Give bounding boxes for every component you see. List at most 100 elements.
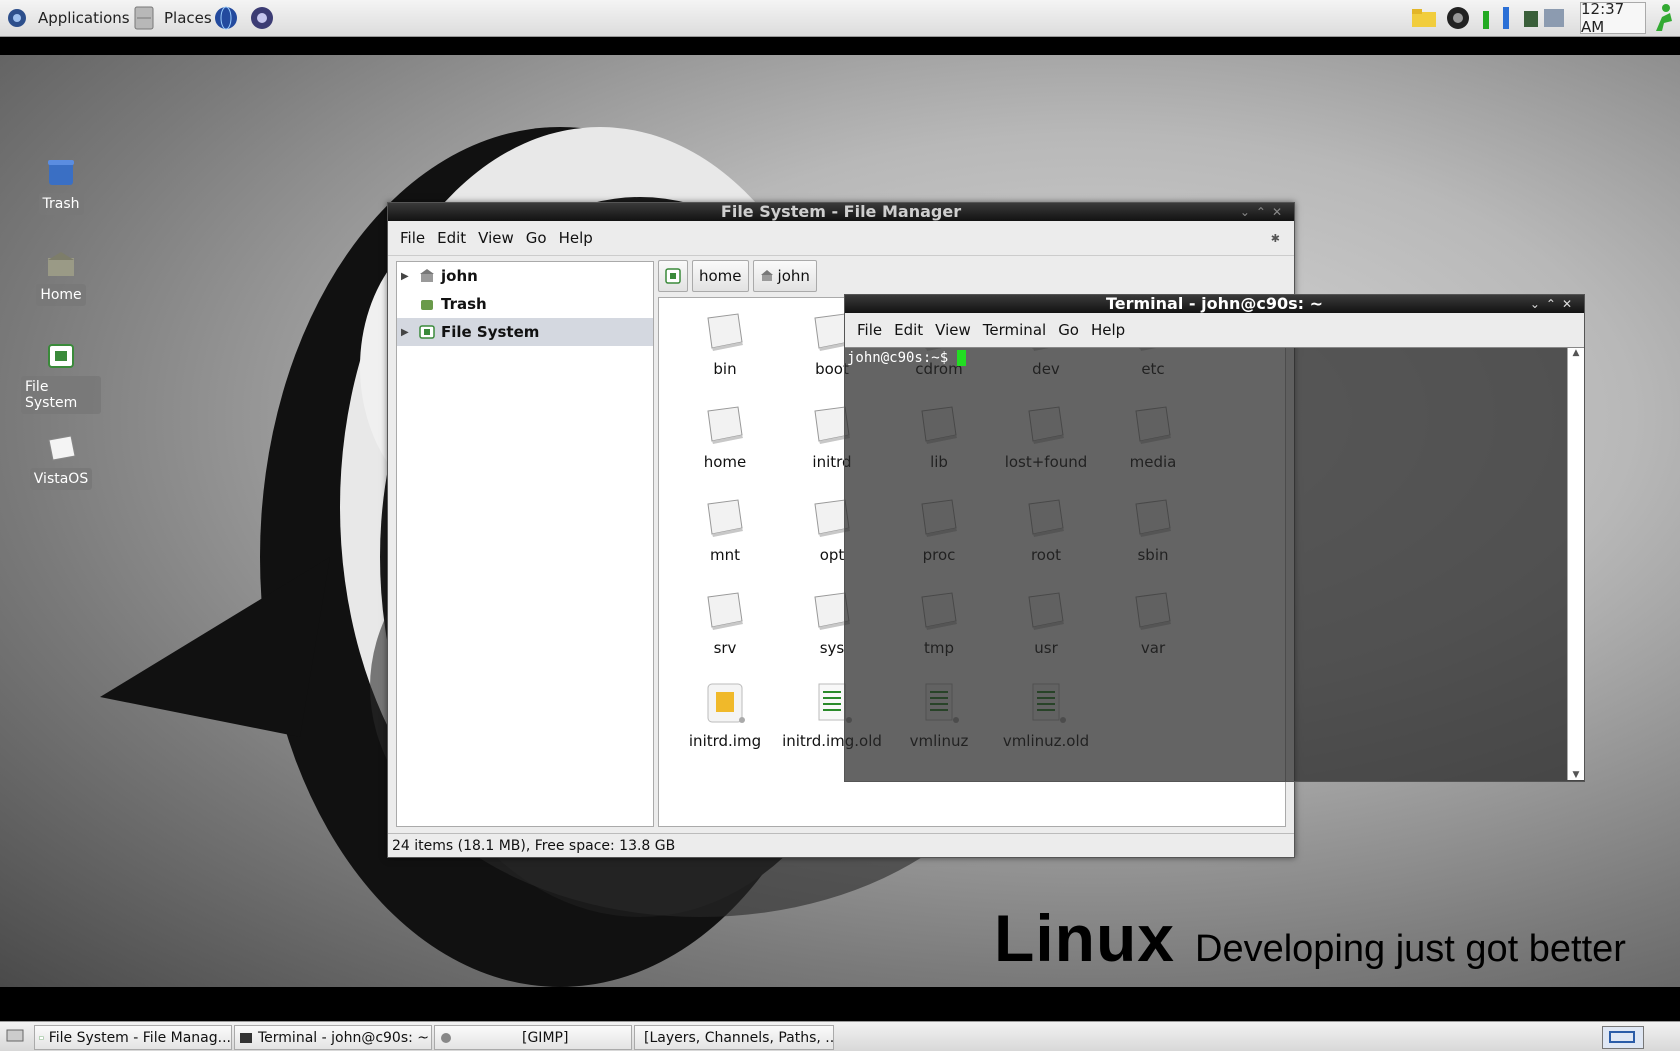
gimp-icon [441, 1032, 451, 1043]
sidebar-item-file-system[interactable]: ▶ File System [397, 318, 653, 346]
menu-go[interactable]: Go [526, 229, 547, 247]
network-tray[interactable] [1522, 0, 1570, 36]
terminal-icon [240, 1032, 252, 1043]
scroll-down-icon[interactable]: ▼ [1568, 770, 1584, 780]
task-terminal[interactable]: Terminal - john@c90s: ~ [234, 1025, 432, 1050]
path-label: john [777, 267, 810, 285]
task-file-manager[interactable]: File System - File Manag... [34, 1025, 232, 1050]
status-bar: 24 items (18.1 MB), Free space: 13.8 GB [388, 833, 1294, 857]
file-item[interactable]: home [675, 401, 775, 471]
file-item[interactable]: mnt [675, 494, 775, 564]
file-manager-titlebar[interactable]: File System - File Manager ⌄⌃✕ [388, 203, 1294, 221]
task-label: File System - File Manag... [48, 1029, 231, 1046]
file-name: sys [819, 639, 845, 657]
menu-edit[interactable]: Edit [894, 321, 923, 339]
desktop-icon-trash[interactable]: Trash [21, 157, 101, 215]
menu-file[interactable]: File [400, 229, 425, 247]
desktop-icon-vistaos[interactable]: VistaOS [21, 434, 101, 490]
terminal-menubar: File Edit View Terminal Go Help [845, 313, 1584, 348]
desktop-icon-label: File System [21, 376, 101, 414]
applications-menu[interactable]: Applications [4, 0, 130, 36]
path-button-root[interactable] [658, 260, 688, 292]
terminal-titlebar[interactable]: Terminal - john@c90s: ~ ⌄⌃✕ [845, 295, 1584, 313]
file-item[interactable]: bin [675, 308, 775, 378]
sidebar-item-trash[interactable]: Trash [397, 290, 653, 318]
folder-icon [1412, 9, 1436, 27]
bottom-taskbar: File System - File Manag... Terminal - j… [0, 1021, 1680, 1051]
workspace-switcher[interactable] [1602, 1026, 1644, 1049]
expand-arrow-icon[interactable]: ▶ [401, 271, 415, 282]
folder-icon [707, 499, 743, 537]
sidebar-item-label: Trash [441, 295, 487, 313]
desktop-icon-home[interactable]: Home [21, 250, 101, 306]
menu-edit[interactable]: Edit [437, 229, 466, 247]
task-gimp-layers[interactable]: [Layers, Channels, Paths, ... [634, 1025, 834, 1050]
desktop-icon-file-system[interactable]: File System [21, 342, 101, 414]
system-monitor-icon [1483, 7, 1509, 29]
scroll-up-icon[interactable]: ▲ [1568, 348, 1584, 358]
menu-view[interactable]: View [478, 229, 514, 247]
clock[interactable]: 12:37 AM [1580, 0, 1646, 36]
desktop-top-band [0, 37, 1680, 55]
sidebar-item-label: john [441, 267, 478, 285]
file-name: bin [713, 360, 737, 378]
file-cabinet-icon [134, 6, 154, 30]
drive-icon [419, 325, 435, 339]
minimize-icon[interactable]: ⌄ [1530, 297, 1546, 311]
menu-file[interactable]: File [857, 321, 882, 339]
menu-view[interactable]: View [935, 321, 971, 339]
minimize-icon[interactable]: ⌄ [1240, 205, 1256, 219]
close-icon[interactable]: ✕ [1562, 297, 1578, 311]
path-bar: home john [658, 259, 821, 293]
text-cursor [956, 350, 966, 366]
file-item[interactable]: srv [675, 587, 775, 657]
sidebar-item-john[interactable]: ▶ john [397, 262, 653, 290]
file-item[interactable]: initrd.img [675, 680, 775, 750]
terminal-output[interactable]: john@c90s:~$ [845, 348, 1567, 780]
prompt-line: john@c90s:~$ [845, 348, 1567, 368]
terminal-window: Terminal - john@c90s: ~ ⌄⌃✕ File Edit Vi… [844, 294, 1585, 782]
close-icon[interactable]: ✕ [1272, 205, 1288, 219]
sidebar-item-label: File System [441, 323, 540, 341]
places-menu[interactable]: Places [132, 0, 212, 36]
workspace-1[interactable] [1609, 1031, 1635, 1043]
side-pane: ▶ john Trash ▶ File System [396, 261, 654, 827]
logout-button[interactable] [1650, 0, 1676, 36]
menu-help[interactable]: Help [1091, 321, 1125, 339]
folder-icon [707, 592, 743, 630]
file-name: srv [713, 639, 737, 657]
home-folder-icon [420, 269, 434, 282]
trash-icon [48, 160, 74, 185]
window-title: Terminal - john@c90s: ~ [1105, 294, 1324, 313]
home-folder-icon [48, 252, 74, 276]
folder-icon [707, 313, 743, 351]
desktop-icon-label: Trash [38, 193, 84, 215]
web-browser-launcher[interactable] [212, 0, 240, 36]
activity-icon: ✱ [1270, 231, 1280, 245]
expand-arrow-icon[interactable]: ▶ [401, 327, 415, 338]
applications-label: Applications [38, 9, 130, 27]
archive-file-icon [707, 683, 745, 723]
status-text: 24 items (18.1 MB), Free space: 13.8 GB [392, 837, 676, 854]
terminal-scrollbar[interactable]: ▲ ▼ [1567, 348, 1584, 780]
show-desktop-button[interactable] [6, 1028, 24, 1048]
file-name: initrd.img [688, 732, 762, 750]
menu-terminal[interactable]: Terminal [983, 321, 1046, 339]
volume-tray[interactable] [1445, 0, 1471, 36]
menu-help[interactable]: Help [559, 229, 593, 247]
task-gimp[interactable]: [GIMP] [434, 1025, 632, 1050]
menu-go[interactable]: Go [1058, 321, 1079, 339]
desktop-icon-label: VistaOS [29, 468, 93, 490]
shell-prompt: john@c90s:~$ [847, 350, 957, 366]
maximize-icon[interactable]: ⌃ [1256, 205, 1272, 219]
disk-icon [48, 435, 76, 461]
show-desktop-icon [6, 1029, 24, 1042]
path-button-home[interactable]: home [692, 260, 749, 292]
help-launcher[interactable] [248, 0, 276, 36]
maximize-icon[interactable]: ⌃ [1546, 297, 1562, 311]
folder-tray-icon-wrap[interactable] [1410, 0, 1438, 36]
file-name: opt [819, 546, 845, 564]
path-button-john[interactable]: john [752, 260, 817, 292]
applications-icon [8, 9, 26, 27]
globe-icon [215, 6, 237, 30]
